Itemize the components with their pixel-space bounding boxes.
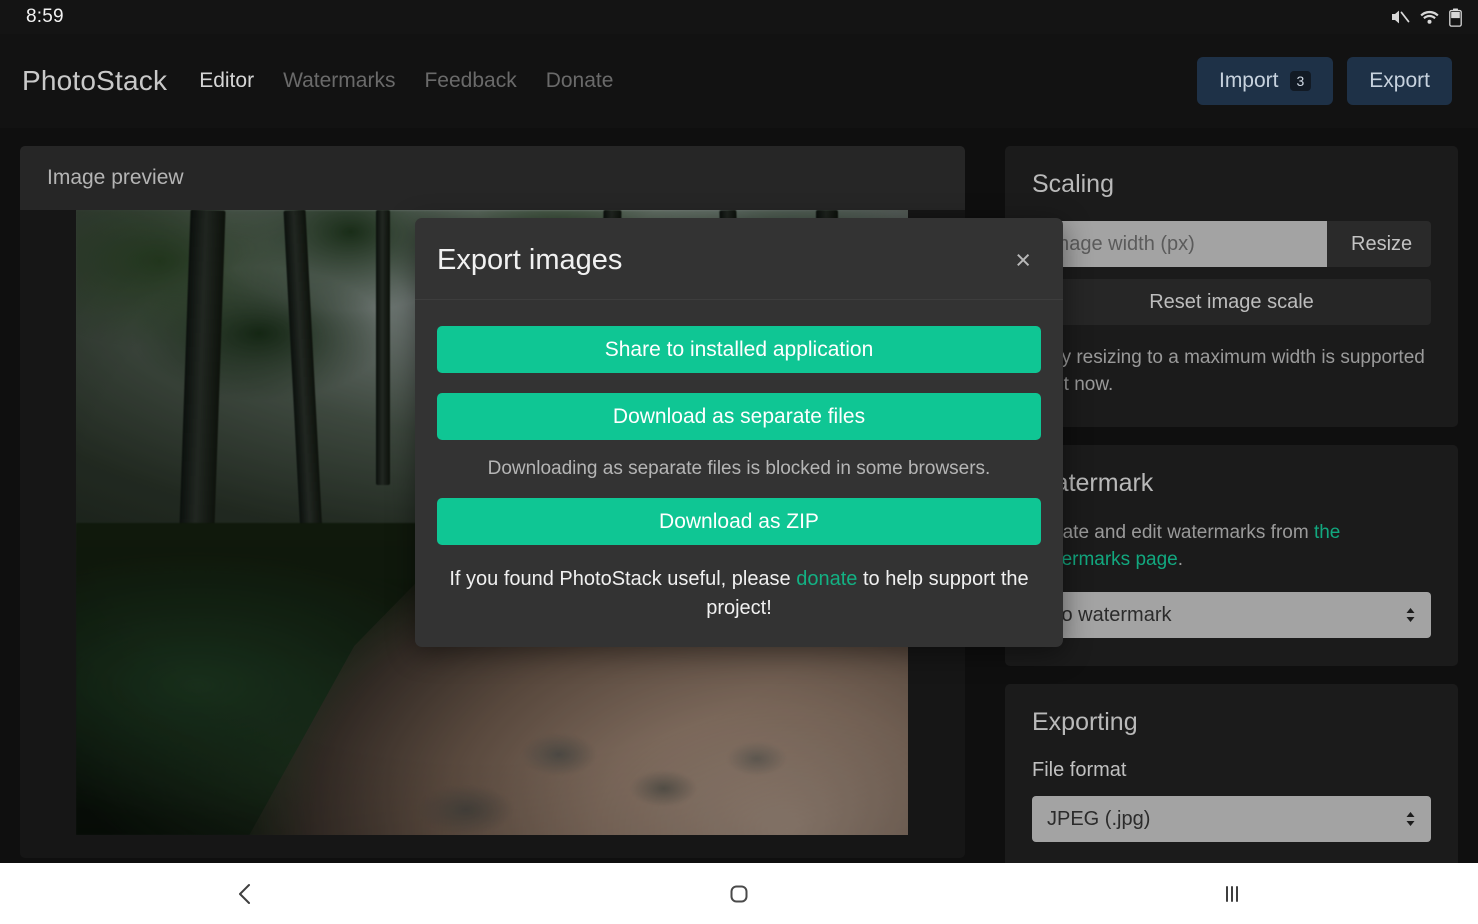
modal-title: Export images xyxy=(437,244,623,276)
export-images-modal: Export images × Share to installed appli… xyxy=(415,218,1063,647)
modal-layer: Export images × Share to installed appli… xyxy=(0,0,1478,924)
donate-link[interactable]: donate xyxy=(796,568,857,590)
close-icon[interactable]: × xyxy=(1009,245,1037,276)
separate-files-warning: Downloading as separate files is blocked… xyxy=(487,458,991,479)
download-as-zip-button[interactable]: Download as ZIP xyxy=(437,498,1041,545)
modal-header: Export images × xyxy=(415,218,1063,300)
donate-footer-prefix: If you found PhotoStack useful, please xyxy=(449,568,797,590)
share-to-installed-application-button[interactable]: Share to installed application xyxy=(437,326,1041,373)
modal-body: Share to installed application Download … xyxy=(415,300,1063,647)
donate-footer-text: If you found PhotoStack useful, please d… xyxy=(437,565,1041,623)
download-as-separate-files-button[interactable]: Download as separate files xyxy=(437,393,1041,440)
